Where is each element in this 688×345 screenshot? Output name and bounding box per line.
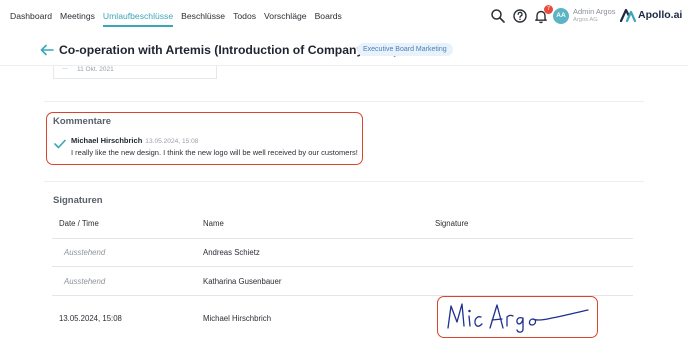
user-name[interactable]: Admin Argos <box>573 7 616 16</box>
main-menu: Dashboard Meetings Umlaufbeschlüsse Besc… <box>10 11 350 27</box>
section-divider <box>44 181 644 182</box>
nav-dashboard[interactable]: Dashboard <box>10 11 52 21</box>
comment-author: Michael Hirschbrich 13.05.2024, 15:08 <box>71 136 198 145</box>
row-name: Michael Hirschbrich <box>203 314 272 323</box>
top-navigation: Dashboard Meetings Umlaufbeschlüsse Besc… <box>0 0 688 33</box>
notification-badge: 7 <box>544 5 553 14</box>
search-icon[interactable] <box>490 8 506 24</box>
help-icon[interactable] <box>512 8 528 24</box>
nav-todos[interactable]: Todos <box>233 11 256 21</box>
nav-boards[interactable]: Boards <box>315 11 342 21</box>
nav-umlaufbeschluesse[interactable]: Umlaufbeschlüsse <box>102 11 174 27</box>
row-date: Ausstehend <box>64 248 106 257</box>
section-divider <box>44 101 644 102</box>
back-arrow-icon[interactable] <box>40 44 54 56</box>
avatar[interactable]: AA <box>553 8 569 24</box>
table-row-divider <box>52 238 633 239</box>
comment-text: I really like the new design. I think th… <box>71 148 358 157</box>
row-date: 13.05.2024, 15:08 <box>59 314 122 323</box>
comment-author-name: Michael Hirschbrich <box>71 136 143 145</box>
column-header-signature: Signature <box>435 219 469 228</box>
board-tag: Executive Board Marketing <box>357 43 453 56</box>
check-icon <box>54 139 66 149</box>
column-header-name: Name <box>203 219 224 228</box>
comment-date: 13.05.2024, 15:08 <box>145 138 199 145</box>
logo-text: Apollo.ai <box>638 9 683 21</box>
apollo-logo-icon <box>620 8 636 22</box>
user-organization: Argos AG <box>573 17 598 23</box>
row-date: Ausstehend <box>64 277 106 286</box>
page-header: Co-operation with Artemis (Introduction … <box>0 36 688 66</box>
table-row-divider <box>52 266 633 267</box>
column-header-date: Date / Time <box>59 219 99 228</box>
previous-card-marker <box>62 66 68 69</box>
page-title: Co-operation with Artemis (Introduction … <box>59 43 398 57</box>
nav-vorschlaege[interactable]: Vorschläge <box>264 11 307 21</box>
row-name: Andreas Schietz <box>203 248 260 257</box>
row-name: Katharina Gusenbauer <box>203 277 282 286</box>
signatures-title: Signaturen <box>53 195 103 206</box>
handwritten-signature <box>447 303 589 333</box>
previous-card-date: 11 Okt. 2021 <box>77 66 114 73</box>
nav-meetings[interactable]: Meetings <box>60 11 95 21</box>
apollo-logo[interactable]: Apollo.ai <box>620 8 682 22</box>
nav-beschluesse[interactable]: Beschlüsse <box>181 11 225 21</box>
